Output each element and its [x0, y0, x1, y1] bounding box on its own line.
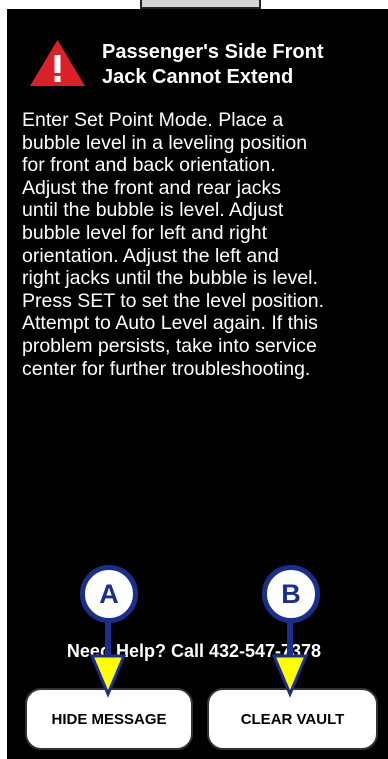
body-line: right jacks until the bubble is level. [22, 267, 318, 290]
body-line: bubble level for left and right [22, 221, 267, 244]
body-line: bubble level in a leveling position [22, 131, 308, 154]
callout-arrow-a [89, 620, 127, 698]
body-line: orientation. Adjust the left and [22, 244, 279, 267]
body-line: for front and back orientation. [22, 154, 276, 177]
help-phone-text: Need Help? Call 432-547-7378 [66, 641, 322, 661]
callout-b-badge: B [262, 565, 320, 623]
callout-a-badge: A [80, 565, 138, 623]
top-tab [140, 0, 261, 9]
alert-body: Enter Set Point Mode. Place a bubble lev… [22, 109, 384, 380]
warning-triangle-icon [30, 40, 85, 86]
callout-arrow-b [271, 620, 309, 698]
alert-title-line: Jack Cannot Extend [102, 66, 294, 88]
body-line: until the bubble is level. Adjust [22, 199, 284, 222]
body-line: problem persists, take into service [22, 334, 317, 357]
body-line: Enter Set Point Mode. Place a [22, 109, 284, 131]
alert-title-line: Passenger's Side Front [102, 41, 324, 63]
body-line: Attempt to Auto Level again. If this [22, 312, 318, 335]
alert-title: Passenger's Side Front Jack Cannot Exten… [102, 40, 382, 90]
body-line: center for further troubleshooting. [22, 357, 311, 380]
body-line: Adjust the front and rear jacks [22, 176, 282, 199]
body-line: Press SET to set the level position. [22, 289, 325, 312]
